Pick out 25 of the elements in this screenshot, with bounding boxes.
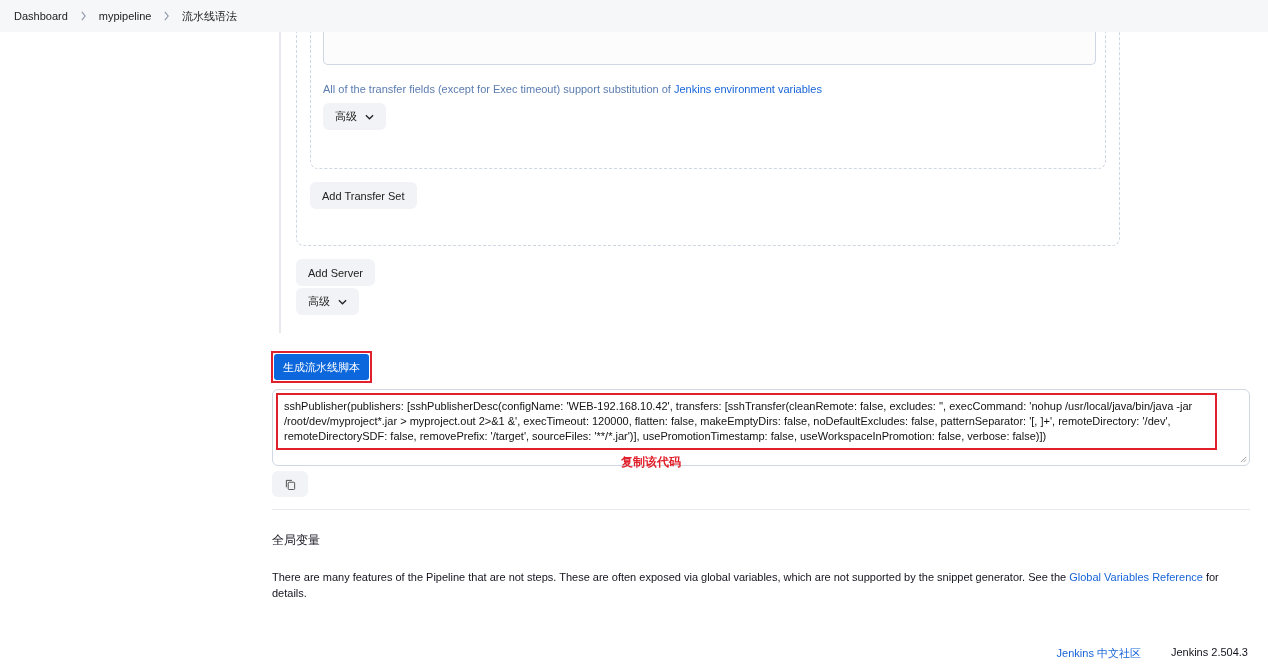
advanced-button[interactable]: 高级 [296,288,359,315]
chevron-right-icon [163,11,171,21]
caret-icon [338,298,347,305]
global-variables-link[interactable]: Global Variables Reference [1069,571,1203,583]
breadcrumb-link[interactable]: 流水线语法 [182,8,238,24]
community-link[interactable]: Jenkins 中文社区 [1056,646,1141,661]
script-field[interactable] [272,389,1250,466]
breadcrumb-link[interactable]: Dashboard [14,10,68,22]
advanced-button[interactable]: 高级 [323,103,386,130]
annotation-label: 复制该代码 [620,454,682,471]
description-text: There are many features of the Pipeline that are not steps. These are often exposed via global variables, which are not supported by the snippet generator. See the Global Variables Reference for details. [272,570,1220,601]
section-title: 全局变量 [272,532,321,549]
version-text: Jenkins 2.504.3 [1170,646,1248,660]
environment-variables-link[interactable]: Jenkins environment variables [673,83,822,95]
copy-icon [284,478,296,490]
script-output: sshPublisher(publishers: [sshPublisherDesc(configName: 'WEB-192.168.10.42', transfers: [sshTransfer(cleanRemote: false, excludes: '', execCommand: 'nohup /usr/local/java/bin/java -jar /root/dev/myproject*.jar > myproject.out 2>&1 &', execTimeout: 120000, flatten: false, makeEmptyDirs: false, noDefaultExcludes: false, patternSeparator: '[, ]+', remoteDirectory: '/dev', remoteDirectorySDF: false, removePrefix: '/target', sourceFiles: '**/*.jar')], usePromotionTimestamp: false, useWorkspaceInPromotion: false, verbose: false)]) [276,393,1217,450]
breadcrumb-link[interactable]: mypipeline [98,10,152,22]
caret-icon [365,113,374,120]
add-server-button[interactable]: Add Server [296,259,376,286]
generate-script-button[interactable]: 生成流水线脚本 [274,354,369,380]
chevron-right-icon [79,11,87,21]
help-text: All of the transfer fields (except for Exec timeout) support substitution of Jenkins environment variables [323,83,823,95]
add-transfer-set-button[interactable]: Add Transfer Set [310,182,417,209]
resize-handle-icon[interactable] [1240,456,1247,463]
copy-button[interactable] [272,471,308,497]
